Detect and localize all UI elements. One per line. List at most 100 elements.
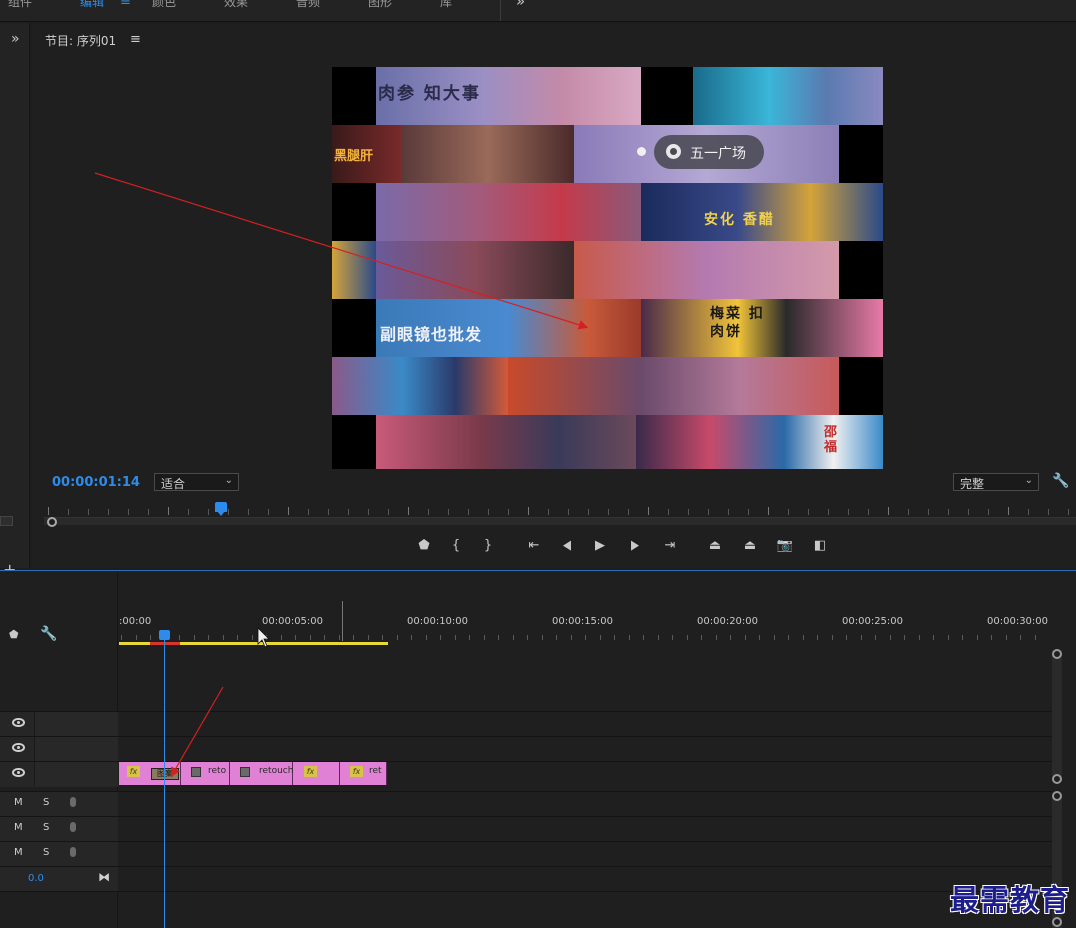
timeline-playhead-line[interactable] <box>164 637 165 928</box>
workspace-tab-assembly[interactable]: 组件 <box>8 0 32 10</box>
solo-button[interactable]: S <box>43 847 49 858</box>
lift-button[interactable]: ⏏ <box>703 535 727 557</box>
video-track-v2[interactable] <box>0 736 1052 762</box>
mark-in-button[interactable]: { <box>444 535 468 557</box>
ruler-tick <box>121 635 122 640</box>
scrollbar-handle[interactable] <box>1052 649 1062 659</box>
microphone-icon[interactable] <box>70 822 76 832</box>
workspace-tab-editing[interactable]: 编辑 <box>80 0 104 10</box>
track-header <box>0 762 118 787</box>
timeline-clip[interactable]: retouch <box>230 762 293 785</box>
comparison-view-button[interactable]: ◧ <box>808 535 832 557</box>
preview-sign: 安化 香醋 <box>704 212 775 228</box>
solo-button[interactable]: S <box>43 797 49 808</box>
go-to-out-button[interactable]: ⇥ <box>658 535 682 557</box>
location-dot-icon <box>637 147 646 156</box>
scrollbar-handle[interactable] <box>1052 791 1062 801</box>
ruler-tick <box>48 507 49 515</box>
ruler-tick <box>528 507 529 515</box>
ruler-tick <box>508 509 509 515</box>
timeline-clip[interactable]: reto <box>181 762 230 785</box>
extract-button[interactable]: ⏏ <box>738 535 762 557</box>
preview-strip: 安化 香醋 <box>332 183 883 241</box>
ruler-tick <box>222 635 224 640</box>
ruler-tick <box>237 635 238 640</box>
track-header <box>0 737 118 762</box>
zoom-level-dropdown[interactable]: 适合 ⌄ <box>154 473 239 491</box>
timeline-settings-wrench-icon[interactable]: 🔧 <box>40 626 57 642</box>
eye-icon[interactable] <box>12 743 25 752</box>
workspace-overflow-icon[interactable]: » <box>516 0 525 10</box>
ruler-tick <box>802 635 804 640</box>
ruler-tick <box>411 635 412 640</box>
ruler-tick <box>904 635 905 640</box>
clip-label: retouch <box>259 766 294 776</box>
ruler-tick <box>541 635 543 640</box>
timeline-clip[interactable]: fx 图案 <box>119 762 181 785</box>
microphone-icon[interactable] <box>70 797 76 807</box>
audio-track-a1[interactable]: M S <box>0 791 1052 817</box>
fx-badge-icon: fx <box>304 766 317 777</box>
monitor-playhead[interactable] <box>215 502 227 516</box>
panel-menu-icon[interactable]: ≡ <box>130 32 141 47</box>
workspace-tab-effects[interactable]: 效果 <box>224 0 248 10</box>
clip-thumbnail-icon <box>191 767 201 777</box>
video-track-scrollbar[interactable] <box>1052 651 1062 781</box>
ruler-tick <box>382 635 383 640</box>
location-tag-label: 五一广场 <box>690 146 746 162</box>
step-back-button[interactable]: ◀ <box>557 535 576 557</box>
ruler-tick <box>396 635 398 640</box>
export-frame-button[interactable]: 📷 <box>773 535 797 557</box>
scrollbar-handle[interactable] <box>1052 774 1062 784</box>
master-audio-track[interactable]: 0.0 ⧓ <box>0 866 1052 892</box>
eye-icon[interactable] <box>12 718 25 727</box>
ruler-tick <box>248 509 249 515</box>
audio-track-a2[interactable]: M S <box>0 816 1052 842</box>
ruler-tick <box>708 509 709 515</box>
program-monitor-title[interactable]: 节目: 序列01 <box>45 32 116 49</box>
scrollbar-handle[interactable] <box>47 517 57 527</box>
playhead-timecode[interactable]: 00:00:01:14 <box>52 475 140 490</box>
timeline-empty-area[interactable] <box>0 891 1052 928</box>
microphone-icon[interactable] <box>70 847 76 857</box>
go-to-in-button[interactable]: ⇤ <box>522 535 546 557</box>
master-volume-value[interactable]: 0.0 <box>28 873 44 884</box>
mute-button[interactable]: M <box>14 822 23 833</box>
playback-resolution-dropdown[interactable]: 完整 ⌄ <box>953 473 1039 491</box>
monitor-settings-wrench-icon[interactable]: 🔧 <box>1052 473 1069 489</box>
add-marker-icon[interactable]: ⬟ <box>9 628 19 641</box>
video-track-v3[interactable] <box>0 711 1052 737</box>
ruler-label: :00:00 <box>119 616 152 627</box>
timeline-clip[interactable]: fx ret <box>340 762 387 785</box>
audio-track-a3[interactable]: M S <box>0 841 1052 867</box>
monitor-zoom-scrollbar[interactable] <box>44 517 1076 525</box>
monitor-time-ruler[interactable] <box>44 501 1076 517</box>
ruler-tick <box>148 509 149 515</box>
ruler-tick <box>268 509 269 515</box>
workspace-tab-audio[interactable]: 音频 <box>296 0 320 10</box>
timeline-clip[interactable]: fx <box>293 762 340 785</box>
timeline-panel: ⬟ 🔧 :00:00 00:00:05:00 00:00:10:00 00:00:15… <box>0 570 1076 928</box>
step-forward-button[interactable]: ▶ <box>625 535 644 557</box>
panel-expand-icon[interactable]: » <box>11 31 20 47</box>
solo-button[interactable]: S <box>43 822 49 833</box>
ruler-tick <box>730 635 731 640</box>
play-button[interactable]: ▶ <box>588 535 612 557</box>
workspace-tab-libraries[interactable]: 库 <box>440 0 452 10</box>
ruler-tick <box>308 509 309 515</box>
program-preview-frame[interactable]: 肉参 知大事 黑腿肝 安化 香醋 副眼镜也批发 梅菜 扣肉饼 邵福 五一广场 <box>332 67 883 469</box>
workspace-tab-color[interactable]: 颜色 <box>152 0 176 10</box>
mute-button[interactable]: M <box>14 847 23 858</box>
mute-button[interactable]: M <box>14 797 23 808</box>
bowtie-icon[interactable]: ⧓ <box>98 870 110 884</box>
clip-label: reto <box>208 766 227 776</box>
eye-icon[interactable] <box>12 768 25 777</box>
workspace-tab-graphics[interactable]: 图形 <box>368 0 392 10</box>
ruler-tick <box>614 635 615 640</box>
add-marker-button[interactable]: ⬟ <box>412 535 436 557</box>
ruler-tick <box>1068 509 1069 515</box>
workspace-menu-icon[interactable]: ≡ <box>120 0 131 9</box>
ruler-tick <box>498 635 499 640</box>
ruler-tick <box>968 509 969 515</box>
mark-out-button[interactable]: } <box>476 535 500 557</box>
